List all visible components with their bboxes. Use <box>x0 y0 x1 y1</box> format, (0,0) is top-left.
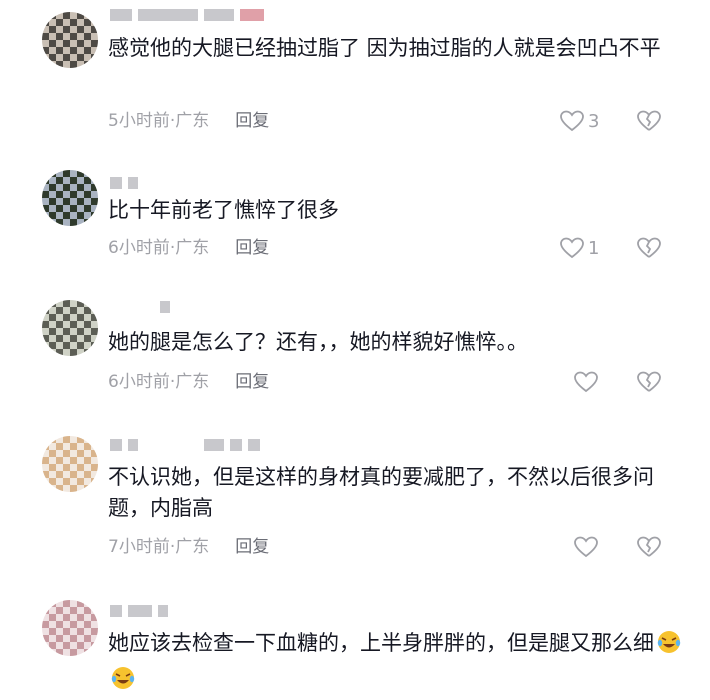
comment-text: 感觉他的大腿已经抽过脂了 因为抽过脂的人就是会凹凸不平 <box>108 36 661 60</box>
broken-heart-icon <box>637 371 661 392</box>
rofl-emoji <box>110 665 136 700</box>
dislike-button[interactable] <box>636 110 662 136</box>
comment-text: 不认识她，但是这样的身材真的要减肥了，不然以后很多问题，内脂高 <box>108 465 654 520</box>
rofl-emoji <box>656 629 682 664</box>
comment-location: 广东 <box>175 238 210 258</box>
comment-time: 6小时前 <box>108 372 170 392</box>
comment-text: 她的腿是怎么了？还有，，她的样貌好憔悴。。 <box>108 330 528 354</box>
comment-location: 广东 <box>175 372 210 392</box>
comment-text: 比十年前老了憔悴了很多 <box>108 198 339 222</box>
comment-meta: 6小时前 · 广东 回复 <box>108 238 270 258</box>
like-button[interactable] <box>574 536 598 558</box>
reply-button[interactable]: 回复 <box>235 372 269 392</box>
comment-time: 7小时前 <box>108 537 170 557</box>
broken-heart-icon <box>637 237 661 258</box>
like-button[interactable] <box>574 371 598 393</box>
comment-time: 5小时前 <box>108 111 170 131</box>
username-blurred[interactable] <box>110 604 168 618</box>
comment-location: 广东 <box>175 111 210 131</box>
reply-button[interactable]: 回复 <box>235 238 269 258</box>
broken-heart-icon <box>637 110 661 131</box>
reply-button[interactable]: 回复 <box>235 537 269 557</box>
avatar[interactable] <box>42 436 98 492</box>
username-blurred[interactable] <box>110 438 260 452</box>
comment-meta: 5小时前 · 广东 回复 <box>108 111 270 131</box>
like-count: 3 <box>588 110 600 132</box>
comment-meta: 7小时前 · 广东 回复 <box>108 537 270 557</box>
heart-outline-icon <box>560 110 584 132</box>
username-blurred[interactable] <box>110 8 264 22</box>
username-blurred[interactable] <box>110 300 170 314</box>
like-count: 1 <box>588 237 600 259</box>
reply-button[interactable]: 回复 <box>235 111 269 131</box>
heart-outline-icon <box>574 536 598 558</box>
heart-outline-icon <box>574 371 598 393</box>
avatar[interactable] <box>42 12 98 68</box>
dislike-button[interactable] <box>636 371 662 397</box>
avatar[interactable] <box>42 600 98 656</box>
avatar[interactable] <box>42 170 98 226</box>
like-button[interactable]: 1 <box>560 237 599 259</box>
like-button[interactable]: 3 <box>560 110 599 132</box>
comment-time: 6小时前 <box>108 238 170 258</box>
dislike-button[interactable] <box>636 237 662 263</box>
dislike-button[interactable] <box>636 536 662 562</box>
username-blurred[interactable] <box>110 176 138 190</box>
comment-meta: 6小时前 · 广东 回复 <box>108 372 270 392</box>
avatar[interactable] <box>42 300 98 356</box>
broken-heart-icon <box>637 536 661 557</box>
comment-text: 她应该去检查一下血糖的，上半身胖胖的，但是腿又那么细 <box>108 628 683 700</box>
comment-location: 广东 <box>175 537 210 557</box>
heart-outline-icon <box>560 237 584 259</box>
